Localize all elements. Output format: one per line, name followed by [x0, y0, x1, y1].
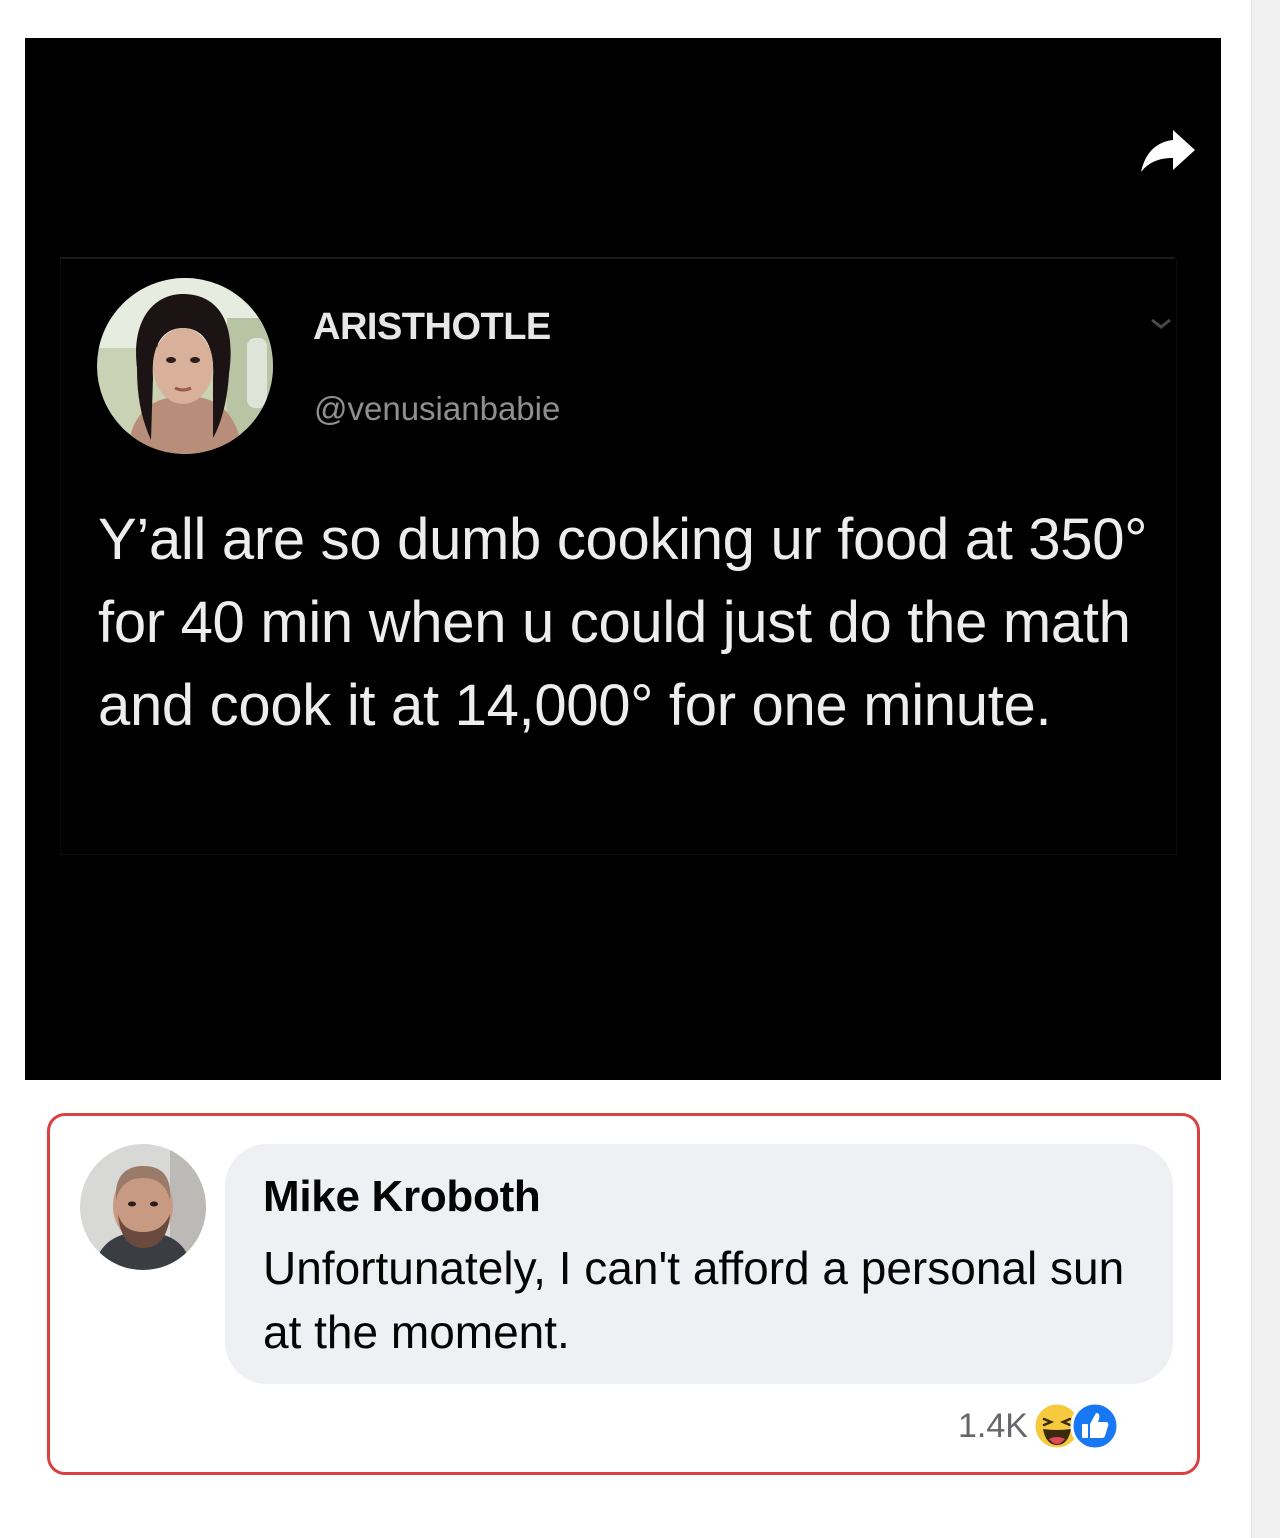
like-icon: [1070, 1401, 1120, 1451]
comment-reactions[interactable]: 1.4K: [958, 1398, 1120, 1454]
commenter-avatar[interactable]: [80, 1144, 206, 1270]
scrollbar-track[interactable]: [1251, 0, 1280, 1538]
share-arrow-icon[interactable]: [1137, 120, 1199, 182]
tweet-author-handle[interactable]: @venusianbabie: [314, 390, 560, 428]
tweet-text: Y’all are so dumb cooking ur food at 350…: [98, 507, 1148, 738]
reaction-count[interactable]: 1.4K: [958, 1407, 1028, 1446]
chevron-down-icon[interactable]: [1148, 314, 1174, 332]
tweet-author-name[interactable]: ARISTHOTLE: [313, 306, 551, 349]
comment-text: Unfortunately, I can't afford a personal…: [263, 1242, 1125, 1358]
tweet-author-avatar: [97, 278, 273, 454]
page: ARISTHOTLE @venusianbabie Y’all are so d…: [0, 0, 1280, 1538]
tweet-screenshot: ARISTHOTLE @venusianbabie Y’all are so d…: [25, 38, 1221, 1080]
comment-bubble: Mike Kroboth Unfortunately, I can't affo…: [225, 1144, 1173, 1384]
commenter-name[interactable]: Mike Kroboth: [263, 1172, 541, 1222]
